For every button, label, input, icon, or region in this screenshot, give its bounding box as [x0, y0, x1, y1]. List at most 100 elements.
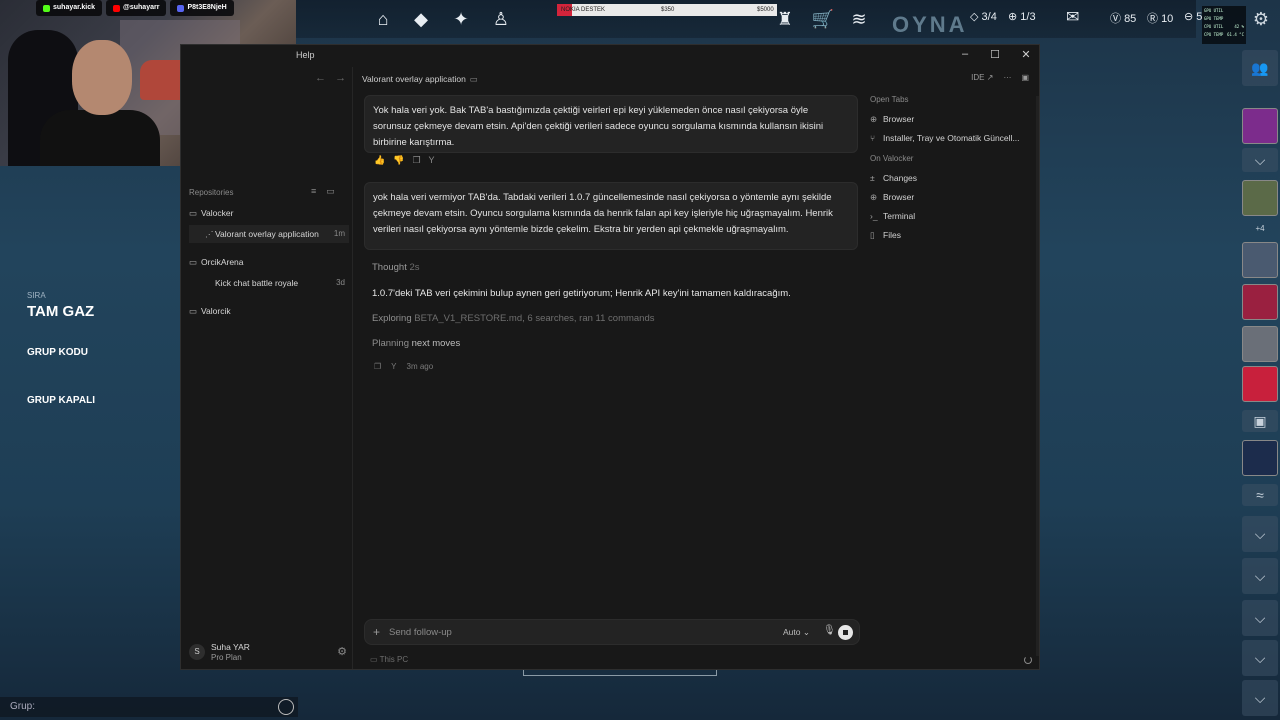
mic-icon[interactable]: 🎙	[823, 625, 836, 636]
close-icon[interactable]: ✕	[1019, 48, 1033, 61]
browser-label: Browser	[883, 192, 915, 202]
fork-icon[interactable]: Y	[391, 362, 396, 371]
panel-toggle-icon[interactable]: ▣	[1021, 73, 1029, 82]
social-icon[interactable]: 👥	[1242, 50, 1278, 86]
wifi-off-icon[interactable]: ≈	[1242, 484, 1278, 506]
changes-link[interactable]: ± Changes	[870, 169, 1040, 188]
user-message[interactable]: Yok hala veri yok. Bak TAB'a bastığımızd…	[364, 95, 858, 153]
forward-icon[interactable]: →	[335, 72, 346, 84]
thought-row[interactable]: Thought 2s	[372, 262, 420, 273]
play-label[interactable]: OYNA	[892, 12, 968, 38]
terminal-icon: ›_	[870, 211, 878, 221]
laptop-icon: ▭	[370, 655, 378, 664]
riot-client-icon[interactable]: ▣	[1242, 410, 1278, 432]
copy-icon[interactable]: ❐	[412, 155, 420, 166]
valorant-friend-icon[interactable]: ⌵	[1242, 516, 1278, 552]
open-tab-installer[interactable]: ⑂ Installer, Tray ve Otomatik Güncell...	[870, 129, 1040, 148]
store-icon[interactable]: 🛒	[810, 6, 836, 32]
maximize-icon[interactable]: ☐	[988, 48, 1002, 61]
repo-valocker[interactable]: ▭ Valocker	[189, 204, 349, 222]
sparkle-icon: ⋰	[205, 229, 214, 239]
menu-help[interactable]: Help	[296, 50, 315, 60]
donation-current: $350	[661, 7, 675, 13]
friend-avatar[interactable]	[1242, 366, 1278, 402]
archive-icon[interactable]: ▭	[470, 74, 478, 84]
repo-label: Valocker	[201, 208, 234, 218]
valorant-icon[interactable]: ⌵	[1242, 148, 1278, 172]
user-message[interactable]: yok hala veri vermiyor TAB'da. Tabdaki v…	[364, 182, 858, 250]
more-friends-count[interactable]: +4	[1242, 222, 1278, 236]
filter-icon[interactable]: ≡	[311, 186, 316, 196]
friend-avatar[interactable]	[1242, 326, 1278, 362]
group-closed-label[interactable]: GRUP KAPALI	[27, 395, 95, 406]
perf-row: CPU UTIL 42 %	[1204, 24, 1244, 32]
follow-up-input[interactable]	[389, 624, 739, 640]
friend-avatar[interactable]	[1242, 180, 1278, 216]
nav-arrows: ← →	[315, 72, 346, 84]
settings-icon[interactable]: ⚙	[1248, 6, 1274, 32]
social-handles: suhayar.kick @suhayarr P8t3E8NjeH	[36, 0, 234, 16]
chat-top-controls: IDE ↗ ··· ▣	[971, 73, 1029, 82]
copy-icon[interactable]: ❐	[374, 362, 381, 371]
home-icon[interactable]: ⌂	[370, 6, 396, 32]
add-context-icon[interactable]: +	[373, 625, 380, 639]
changes-label: Changes	[883, 173, 918, 183]
fork-icon[interactable]: Y	[429, 155, 435, 166]
valorant-friend-icon[interactable]: ⌵	[1242, 558, 1278, 594]
user-name: Suha YAR	[211, 642, 250, 652]
exploring-row[interactable]: Exploring BETA_V1_RESTORE.md, 6 searches…	[372, 313, 655, 324]
friend-avatar[interactable]	[1242, 108, 1278, 144]
repo-valorcik[interactable]: ▭ Valorcik	[189, 302, 349, 320]
files-link[interactable]: ▯ Files	[870, 226, 1040, 245]
mail-icon[interactable]: ✉	[1066, 7, 1079, 27]
game-bottom-frame	[523, 670, 717, 676]
gear-icon[interactable]: ⚙	[337, 645, 347, 658]
minimize-icon[interactable]: –	[958, 48, 972, 60]
thumbs-up-icon[interactable]: 👍	[374, 155, 385, 166]
donation-bar: NOKIA DESTEK $350 $5000	[557, 4, 777, 16]
group-code-label[interactable]: GRUP KODU	[27, 347, 88, 358]
user-account[interactable]: S Suha YAR Pro Plan ⚙	[189, 640, 349, 666]
valorant-friend-icon[interactable]: ⌵	[1242, 600, 1278, 636]
scrollbar[interactable]	[1036, 96, 1039, 656]
folder-icon: ▭	[189, 208, 198, 218]
browser-link[interactable]: ⊕ Browser	[870, 188, 1040, 207]
chat-valorant-overlay[interactable]: ⋰ Valorant overlay application 1m	[189, 225, 349, 243]
perf-row: GPU UTIL	[1204, 8, 1244, 16]
kick-icon	[43, 4, 50, 12]
thumbs-down-icon[interactable]: 👎	[393, 155, 404, 166]
battlepass-icon[interactable]: ✦	[448, 6, 474, 32]
perf-value: 42 %	[1234, 24, 1244, 29]
terminal-link[interactable]: ›_ Terminal	[870, 207, 1040, 226]
league-icon[interactable]	[1242, 440, 1278, 476]
friend-avatar[interactable]	[1242, 284, 1278, 320]
valorant-friend-icon[interactable]: ⌵	[1242, 680, 1278, 716]
perf-value: 61.4 °C	[1227, 32, 1244, 37]
folder-icon: ▭	[189, 306, 198, 316]
perf-row: CPU TEMP 61.4 °C	[1204, 32, 1244, 40]
diff-icon: ±	[870, 173, 875, 183]
discord-icon	[177, 4, 185, 12]
streamer-head	[72, 40, 132, 115]
career-icon[interactable]: ◆	[408, 6, 434, 32]
environment-indicator[interactable]: ▭ This PC	[370, 655, 408, 664]
group-chat-bar[interactable]: Grup:	[0, 697, 298, 717]
stop-button[interactable]	[838, 625, 853, 640]
chat-kick-battle-royale[interactable]: Kick chat battle royale 3d	[189, 274, 349, 292]
valorant-friend-icon[interactable]: ⌵	[1242, 640, 1278, 676]
agents-icon[interactable]: ♙	[488, 6, 514, 32]
open-tab-browser[interactable]: ⊕ Browser	[870, 110, 1040, 129]
friend-avatar[interactable]	[1242, 242, 1278, 278]
back-icon[interactable]: ←	[315, 72, 326, 84]
rank-icon[interactable]: ≋	[846, 6, 872, 32]
more-icon[interactable]: ···	[1003, 73, 1011, 82]
ide-button[interactable]: IDE ↗	[971, 73, 993, 82]
vp-count: 85	[1124, 13, 1137, 25]
perf-key: CPU TEMP	[1204, 32, 1224, 37]
chat-target-icon[interactable]	[278, 699, 294, 715]
performance-overlay: GPU UTIL GPU TEMP CPU UTIL 42 % CPU TEMP 6…	[1202, 6, 1246, 44]
queue-mode[interactable]: TAM GAZ	[27, 303, 94, 320]
model-selector[interactable]: Auto ⌄	[783, 627, 810, 638]
new-folder-icon[interactable]: ▭	[326, 186, 335, 196]
repo-orcikarena[interactable]: ▭ OrcikArena	[189, 253, 349, 271]
